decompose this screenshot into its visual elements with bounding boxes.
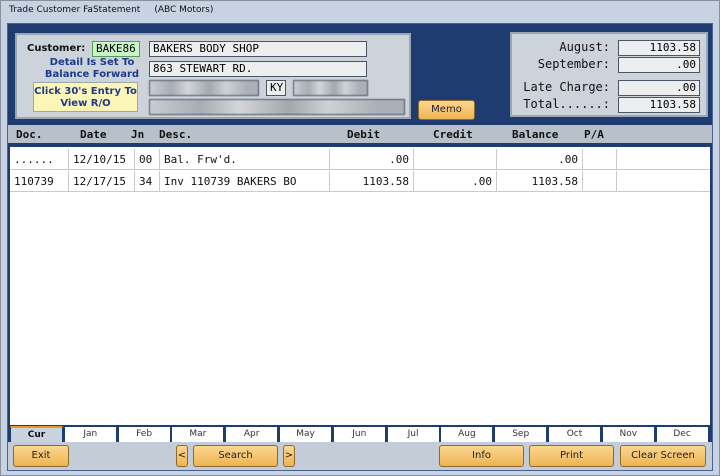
- cell-jn: 00: [135, 149, 160, 170]
- cell-debit: .00: [330, 149, 414, 170]
- address-field[interactable]: 863 STEWART RD.: [149, 61, 367, 77]
- late-charge-value: .00: [618, 80, 700, 96]
- button-bar: Exit < Search > Info Print Clear Screen: [8, 442, 712, 470]
- transactions-table: ...... 12/10/15 00 Bal. Frw'd. .00 .00 1…: [10, 147, 710, 425]
- col-credit: Credit: [433, 128, 473, 141]
- col-jn: Jn: [131, 128, 145, 141]
- tab-feb[interactable]: Feb: [117, 426, 171, 442]
- tab-oct[interactable]: Oct: [548, 426, 601, 442]
- tab-sep[interactable]: Sep: [494, 426, 548, 442]
- app-window: Trade Customer FaStatement (ABC Motors) C…: [0, 0, 720, 476]
- col-debit: Debit: [347, 128, 381, 141]
- cell-doc: ......: [10, 149, 69, 170]
- print-button[interactable]: Print: [529, 445, 614, 467]
- exit-button[interactable]: Exit: [13, 445, 69, 467]
- cell-jn: 34: [135, 171, 160, 192]
- table-header: Doc. Date Jn Desc. Debit Credit Balance …: [8, 125, 712, 145]
- tab-jan[interactable]: Jan: [63, 426, 117, 442]
- col-doc: Doc.: [16, 128, 43, 141]
- tab-cur[interactable]: Cur: [10, 426, 63, 442]
- cell-date: 12/17/15: [69, 171, 135, 192]
- tab-may[interactable]: May: [279, 426, 332, 442]
- tab-dec[interactable]: Dec: [655, 426, 709, 442]
- month-tabs: Cur Jan Feb Mar Apr May Jun Jul Aug Sep Oct Nov Dec: [10, 426, 710, 442]
- total-label: Total......:: [523, 97, 610, 111]
- summary-panel: August: 1103.58 September: .00 Late Char…: [510, 32, 708, 117]
- window-title: Trade Customer FaStatement: [9, 5, 141, 15]
- tab-apr[interactable]: Apr: [225, 426, 279, 442]
- customer-label: Customer:: [27, 43, 86, 54]
- zip-field-blurred[interactable]: [293, 80, 368, 96]
- table-row[interactable]: ...... 12/10/15 00 Bal. Frw'd. .00 .00: [10, 149, 710, 170]
- total-value: 1103.58: [618, 97, 700, 113]
- view-ro-note: Click 30's Entry To View R/O: [33, 82, 138, 112]
- previous-button[interactable]: <: [176, 445, 188, 467]
- september-value: .00: [618, 57, 700, 73]
- cell-doc: 110739: [10, 171, 69, 192]
- cell-debit: 1103.58: [330, 171, 414, 192]
- memo-button[interactable]: Memo: [418, 100, 475, 120]
- state-field[interactable]: KY: [266, 80, 286, 96]
- cell-desc: Bal. Frw'd.: [160, 149, 330, 170]
- next-button[interactable]: >: [283, 445, 295, 467]
- august-label: August:: [559, 40, 610, 54]
- table-row[interactable]: 110739 12/17/15 34 Inv 110739 BAKERS BO …: [10, 171, 710, 192]
- info-button[interactable]: Info: [439, 445, 524, 467]
- cell-balance: .00: [497, 149, 583, 170]
- cell-credit: .00: [414, 171, 497, 192]
- customer-panel: Customer: BAKE86 BAKERS BODY SHOP 863 ST…: [15, 33, 411, 119]
- august-value: 1103.58: [618, 40, 700, 56]
- detail-note: Detail Is Set To Balance Forward: [44, 57, 140, 80]
- col-desc: Desc.: [159, 128, 193, 141]
- col-pa: P/A: [584, 128, 604, 141]
- col-date: Date: [80, 128, 107, 141]
- clear-screen-button[interactable]: Clear Screen: [620, 445, 706, 467]
- cell-date: 12/10/15: [69, 149, 135, 170]
- tab-jun[interactable]: Jun: [332, 426, 386, 442]
- company-name: (ABC Motors): [154, 5, 214, 15]
- cell-desc: Inv 110739 BAKERS BO: [160, 171, 330, 192]
- customer-code-input[interactable]: BAKE86: [92, 41, 140, 57]
- tab-aug[interactable]: Aug: [440, 426, 494, 442]
- title-bar: Trade Customer FaStatement (ABC Motors): [9, 5, 227, 15]
- city-field-blurred[interactable]: [149, 80, 259, 96]
- cell-pa: [583, 171, 617, 192]
- tab-nov[interactable]: Nov: [601, 426, 655, 442]
- cell-pa: [583, 149, 617, 170]
- september-label: September:: [537, 57, 610, 71]
- customer-name-field[interactable]: BAKERS BODY SHOP: [149, 41, 367, 57]
- main-frame: Customer: BAKE86 BAKERS BODY SHOP 863 ST…: [7, 23, 713, 471]
- phone-field-blurred[interactable]: [149, 99, 405, 115]
- late-charge-label: Late Charge:: [523, 80, 610, 94]
- tab-mar[interactable]: Mar: [171, 426, 225, 442]
- tab-jul[interactable]: Jul: [386, 426, 440, 442]
- cell-balance: 1103.58: [497, 171, 583, 192]
- col-balance: Balance: [512, 128, 559, 141]
- cell-credit: [414, 149, 497, 170]
- search-button[interactable]: Search: [193, 445, 278, 467]
